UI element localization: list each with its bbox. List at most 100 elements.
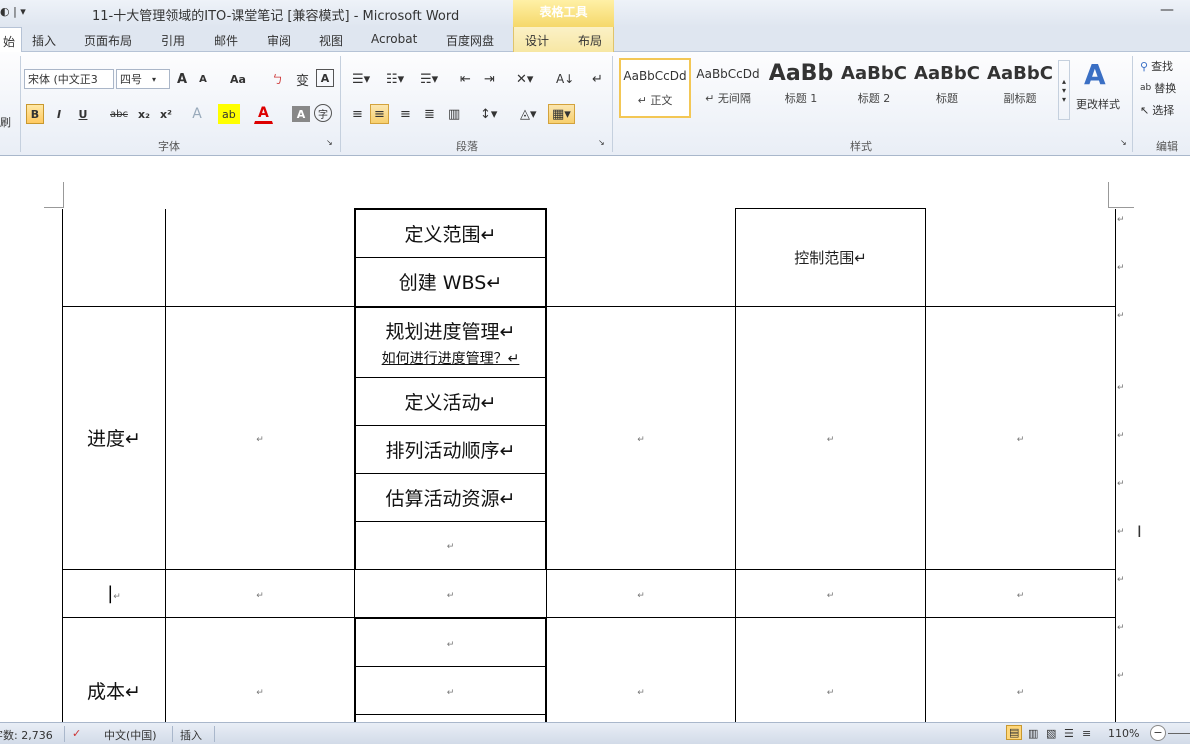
italic-button[interactable]: I [50,104,68,124]
show-marks-icon[interactable]: ↵ [588,69,607,89]
tab-insert[interactable]: 插入 [32,32,56,49]
table-cell[interactable]: 控制范围↵ [735,208,926,307]
tab-baidu-netdisk[interactable]: 百度网盘 [446,32,494,49]
word-count[interactable]: 字数: 2,736 [0,727,53,743]
multilevel-list-icon[interactable]: ☴▾ [416,69,442,89]
superscript-button[interactable]: x² [156,104,176,124]
sort-icon[interactable]: A↓ [552,69,578,89]
replace-button[interactable]: ab 替换 [1140,80,1176,96]
quick-access-toolbar[interactable]: ◐ | ▾ [0,5,26,18]
process-cell[interactable]: ↵ [355,666,546,715]
table-cell[interactable]: ↵ [925,617,1116,722]
table-cell[interactable] [546,208,736,307]
line-spacing-icon[interactable]: ↕▾ [476,104,501,124]
bold-button[interactable]: B [26,104,44,124]
tab-acrobat[interactable]: Acrobat [371,32,417,46]
draft-icon[interactable]: ≡ [1082,727,1091,740]
process-cell[interactable]: 规划进度管理↵ 如何进行进度管理？↵ [355,306,546,378]
shrink-font-button[interactable]: A [194,69,212,89]
bullets-icon[interactable]: ☰▾ [348,69,374,89]
align-right-icon[interactable]: ≡ [396,104,415,124]
styles-dialog-launcher-icon[interactable]: ↘ [1120,138,1127,147]
tab-review[interactable]: 审阅 [267,32,291,49]
zoom-level[interactable]: 110% [1108,727,1139,740]
process-cell[interactable]: 估算活动资源↵ [355,472,546,522]
phonetic-guide-button[interactable]: ㄅ [268,69,287,89]
print-layout-icon[interactable]: ▤ [1006,725,1023,740]
tab-page-layout[interactable]: 页面布局 [84,32,132,49]
chinese-layout-icon[interactable]: ✕▾ [512,69,537,89]
subscript-button[interactable]: x₂ [134,104,154,124]
align-left-icon[interactable]: ≡ [348,104,367,124]
distributed-icon[interactable]: ▥ [444,104,464,124]
styles-gallery-scroll[interactable]: ▴ ▾ ▾ [1058,60,1070,120]
row-label-cell[interactable]: 成本↵ [62,617,166,722]
table-cell[interactable]: ↵ [546,305,736,570]
outline-icon[interactable]: ☰ [1064,727,1074,740]
tab-layout[interactable]: 布局 [578,32,602,49]
table-cell[interactable]: ↵ [546,569,736,618]
grow-font-button[interactable]: A [173,69,191,89]
text-effects-button[interactable]: A [188,104,206,124]
font-dialog-launcher-icon[interactable]: ↘ [326,138,333,147]
table-cell[interactable]: 定义范围↵ 创建 WBS↵ [354,208,547,307]
table-cell[interactable]: |↵ [62,569,166,618]
clear-format-icon[interactable]: 变 [292,69,313,89]
find-button[interactable]: ⚲ 查找 [1140,58,1173,74]
minimize-button[interactable]: — [1160,2,1174,18]
font-name-dropdown[interactable]: 宋体 (中文正3 [24,69,114,89]
process-cell[interactable]: 定义范围↵ [355,209,546,258]
tab-mailings[interactable]: 邮件 [214,32,238,49]
table-cell[interactable]: ↵ [165,617,355,722]
table-cell[interactable]: 规划进度管理↵ 如何进行进度管理？↵ 定义活动↵ 排列活动顺序↵ 估算活动资源↵… [354,305,547,570]
enclose-chars-button[interactable]: 字 [314,104,332,122]
style-normal[interactable]: AaBbCcDd ↵ 正文 [619,58,691,118]
insert-mode-indicator[interactable]: 插入 [180,727,202,743]
tab-references[interactable]: 引用 [161,32,185,49]
table-cell[interactable]: ↵ [354,569,547,618]
proofing-icon[interactable]: ✓ [72,727,81,740]
style-title[interactable]: AaBbC 标题 [911,58,983,118]
highlight-button[interactable]: ab [218,104,240,124]
zoom-out-button[interactable]: − [1150,725,1166,741]
increase-indent-icon[interactable]: ⇥ [480,69,499,89]
table-cell[interactable] [165,208,355,307]
tab-view[interactable]: 视图 [319,32,343,49]
tab-home[interactable]: 始 [0,27,23,53]
table-cell[interactable]: ↵ [165,569,355,618]
select-button[interactable]: ↖ 选择 [1140,102,1174,118]
zoom-slider[interactable] [1168,733,1190,734]
process-table[interactable]: 定义范围↵ 创建 WBS↵ 控制范围↵ 进度↵ ↵ 规划进度管理↵ 如何进行进度… [62,208,1116,722]
style-heading-2[interactable]: AaBbC 标题 2 [838,58,910,118]
paragraph-dialog-launcher-icon[interactable]: ↘ [598,138,605,147]
process-cell[interactable]: ↵ [355,618,546,667]
format-painter-label[interactable]: 刷 [0,114,11,130]
process-cell[interactable]: 创建 WBS↵ [355,257,546,306]
decrease-indent-icon[interactable]: ⇤ [456,69,475,89]
char-shading-button[interactable]: A [292,106,310,122]
tab-design[interactable]: 设计 [525,32,549,49]
justify-icon[interactable]: ≣ [420,104,439,124]
change-styles-icon[interactable]: A [1084,58,1106,91]
process-cell[interactable] [355,714,546,722]
document-canvas[interactable]: 定义范围↵ 创建 WBS↵ 控制范围↵ 进度↵ ↵ 规划进度管理↵ 如何进行进度… [0,157,1190,722]
char-border-button[interactable]: A [316,69,334,87]
strikethrough-button[interactable]: abc [106,104,132,124]
table-cell[interactable]: ↵ [735,617,926,722]
table-cell[interactable]: ↵ [925,569,1116,618]
align-center-icon[interactable]: ≡ [370,104,389,124]
process-cell[interactable]: 定义活动↵ [355,376,546,426]
process-cell[interactable]: ↵ [355,520,546,569]
underline-button[interactable]: U [74,104,92,124]
table-cell[interactable]: ↵ [546,617,736,722]
table-cell[interactable]: ↵ [735,305,926,570]
font-color-button[interactable]: A [254,104,273,124]
table-cell[interactable]: ↵ [165,305,355,570]
borders-icon[interactable]: ▦▾ [548,104,575,124]
full-screen-icon[interactable]: ▥ [1028,727,1038,740]
language-indicator[interactable]: 中文(中国) [104,727,157,743]
process-cell[interactable]: 排列活动顺序↵ [355,424,546,474]
style-subtitle[interactable]: AaBbC 副标题 [984,58,1056,118]
font-size-dropdown[interactable]: 四号 ▾ [116,69,170,89]
shading-icon[interactable]: ◬▾ [516,104,541,124]
